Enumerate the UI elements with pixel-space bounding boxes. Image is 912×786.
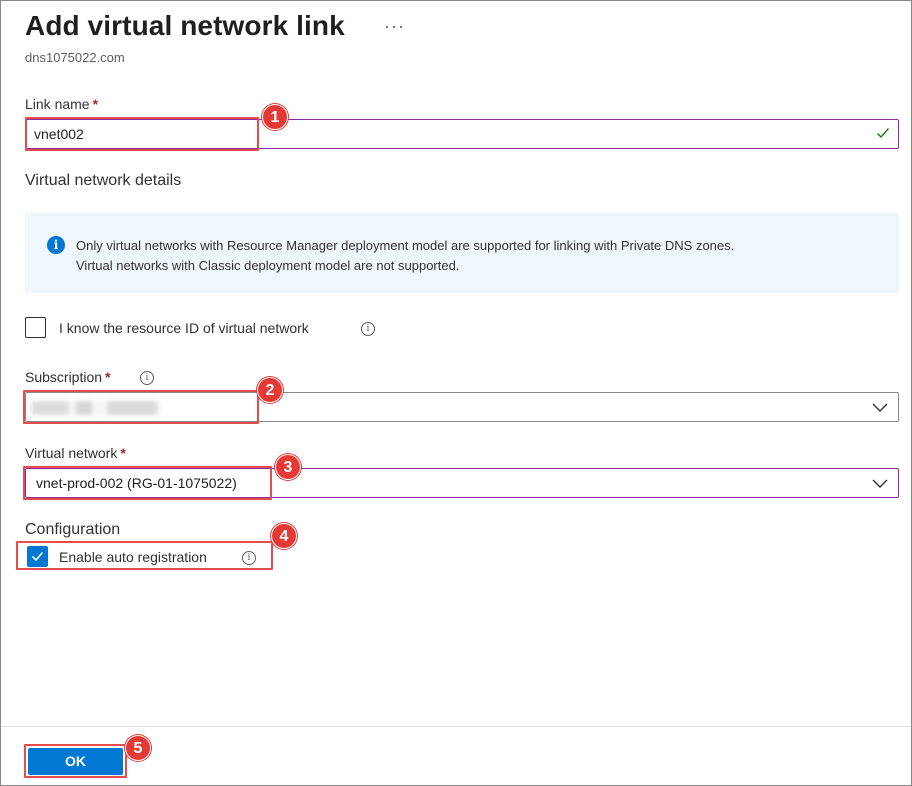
chevron-down-icon: [872, 403, 888, 412]
info-icon: i: [47, 236, 65, 254]
callout-highlight-2: [23, 390, 259, 424]
callout-highlight-5: [24, 744, 127, 778]
page-title: Add virtual network link: [25, 10, 345, 41]
virtual-network-label-text: Virtual network: [25, 445, 118, 461]
link-name-label-text: Link name: [25, 96, 90, 112]
required-marker: *: [105, 369, 111, 385]
callout-badge-2: 2: [257, 377, 283, 403]
callout-badge-4: 4: [271, 523, 297, 549]
configuration-heading: Configuration: [25, 521, 121, 538]
resource-id-label: I know the resource ID of virtual networ…: [59, 320, 309, 336]
details-heading: Virtual network details: [25, 172, 182, 189]
callout-badge-3: 3: [275, 454, 301, 480]
subscription-label: Subscription *: [25, 369, 111, 385]
required-marker: *: [120, 445, 126, 461]
info-circle-icon[interactable]: i: [140, 371, 154, 385]
info-message-text: Only virtual networks with Resource Mana…: [76, 236, 886, 276]
more-options-icon[interactable]: ···: [384, 16, 405, 37]
callout-badge-1: 1: [262, 104, 288, 130]
callout-highlight-3: [23, 466, 272, 500]
link-name-label: Link name *: [25, 96, 98, 112]
subscription-label-text: Subscription: [25, 369, 103, 385]
virtual-network-label: Virtual network *: [25, 445, 126, 461]
callout-highlight-4: [16, 541, 273, 570]
checkmark-icon: [877, 128, 890, 139]
info-message-bar: i Only virtual networks with Resource Ma…: [25, 213, 899, 293]
required-marker: *: [92, 96, 99, 112]
page-subtitle: dns1075022.com: [25, 50, 125, 65]
info-line-2: Virtual networks with Classic deployment…: [76, 258, 460, 273]
callout-highlight-1: [25, 117, 259, 151]
info-line-1: Only virtual networks with Resource Mana…: [76, 238, 735, 253]
resource-id-checkbox[interactable]: [25, 317, 46, 338]
callout-badge-5: 5: [125, 735, 151, 761]
chevron-down-icon: [872, 479, 888, 488]
footer-divider: [1, 726, 911, 727]
info-circle-icon[interactable]: i: [361, 322, 375, 336]
